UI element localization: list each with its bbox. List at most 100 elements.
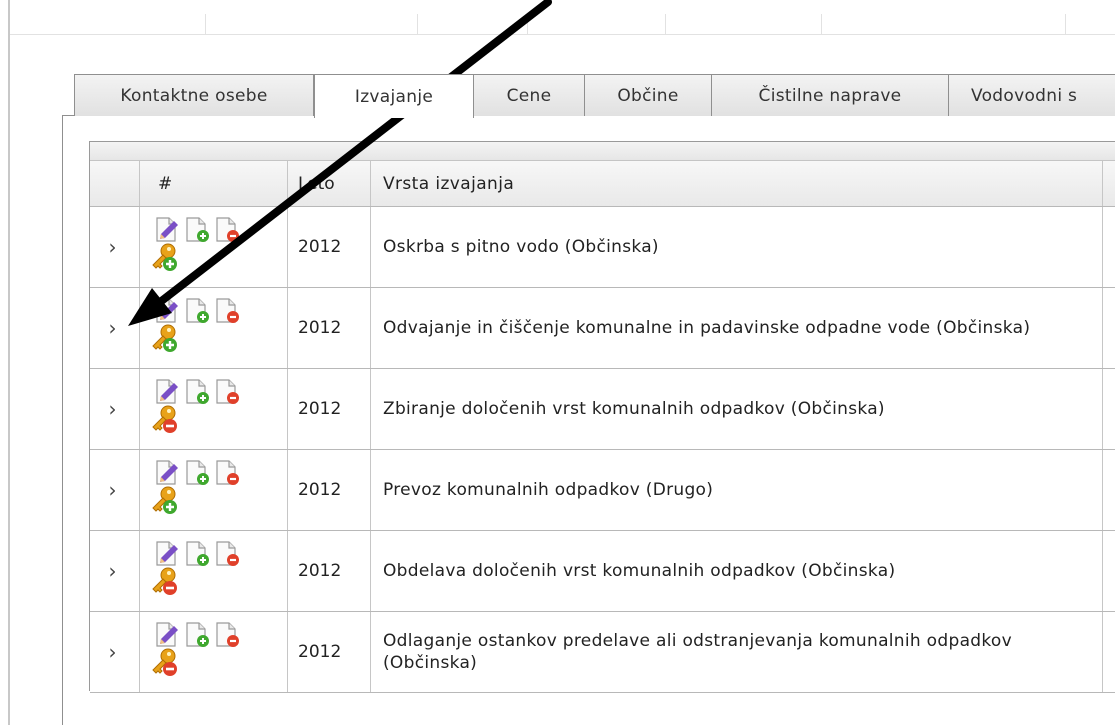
delete-document-icon[interactable] [214,298,240,324]
toolbar-divider [527,14,528,34]
tab-izvajanje[interactable]: Izvajanje [314,74,474,118]
delete-document-icon[interactable] [214,379,240,405]
row-actions [152,298,264,360]
header-label: Vrsta izvajanja [383,173,515,194]
add-document-icon[interactable] [184,460,210,486]
izvajanje-grid: # Leto Vrsta izvajanja › 2012 Oskrba s p… [89,141,1115,693]
row-actions-cell [140,531,288,611]
row-type: Prevoz komunalnih odpadkov (Drugo) [371,450,1103,530]
edit-document-icon[interactable] [154,541,180,567]
chevron-right-icon[interactable]: › [109,397,117,421]
grid-row[interactable]: › 2012 Obdelava določenih vrst komunalni… [90,531,1115,612]
type-value: Odlaganje ostankov predelave ali odstran… [383,631,1012,673]
edit-document-icon[interactable] [154,298,180,324]
row-actions-cell [140,288,288,368]
delete-document-icon[interactable] [214,541,240,567]
tab-obcine[interactable]: Občine [584,74,712,116]
grid-row[interactable]: › 2012 Odvajanje in čiščenje komunalne i… [90,288,1115,369]
row-year: 2012 [288,450,371,530]
row-actions-cell [140,612,288,692]
row-year: 2012 [288,612,371,692]
row-expander-cell[interactable]: › [90,531,140,611]
key-remove-icon[interactable] [148,403,180,435]
grid-row[interactable]: › 2012 Oskrba s pitno vodo (Občinska) [90,207,1115,288]
chevron-right-icon[interactable]: › [109,235,117,259]
tab-label: Izvajanje [354,86,434,107]
year-value: 2012 [298,480,342,500]
row-extra [1103,207,1115,287]
chevron-right-icon[interactable]: › [109,559,117,583]
toolbar-divider [1065,14,1066,34]
row-year: 2012 [288,288,371,368]
row-type: Odvajanje in čiščenje komunalne in padav… [371,288,1103,368]
frame-left-border [8,0,10,725]
row-expander-cell[interactable]: › [90,288,140,368]
delete-document-icon[interactable] [214,622,240,648]
row-actions [152,379,264,441]
edit-document-icon[interactable] [154,460,180,486]
header-hash[interactable]: # [140,161,288,206]
row-extra [1103,531,1115,611]
year-value: 2012 [298,237,342,257]
grid-row[interactable]: › 2012 Zbiranje določenih vrst komunalni… [90,369,1115,450]
grid-row[interactable]: › 2012 Prevoz komunalnih odpadkov (Drugo… [90,450,1115,531]
row-extra [1103,369,1115,449]
chevron-right-icon[interactable]: › [109,478,117,502]
row-actions-cell [140,369,288,449]
row-type: Oskrba s pitno vodo (Občinska) [371,207,1103,287]
row-year: 2012 [288,369,371,449]
tab-label: Občine [617,85,679,106]
header-label: # [158,173,173,194]
row-type: Zbiranje določenih vrst komunalnih odpad… [371,369,1103,449]
row-expander-cell[interactable]: › [90,369,140,449]
key-add-icon[interactable] [148,241,180,273]
row-year: 2012 [288,531,371,611]
key-remove-icon[interactable] [148,565,180,597]
year-value: 2012 [298,318,342,338]
row-extra [1103,612,1115,692]
add-document-icon[interactable] [184,298,210,324]
row-expander-cell[interactable]: › [90,612,140,692]
grid-row[interactable]: › 2012 Odlaganje ostankov predelave ali … [90,612,1115,693]
tab-vodovodni-sistemi[interactable]: Vodovodni s [948,74,1115,116]
delete-document-icon[interactable] [214,460,240,486]
delete-document-icon[interactable] [214,217,240,243]
tab-cene[interactable]: Cene [473,74,585,116]
toolbar-divider [417,14,418,34]
row-expander-cell[interactable]: › [90,207,140,287]
row-actions [152,460,264,522]
tab-kontaktne-osebe[interactable]: Kontaktne osebe [74,74,314,116]
toolbar-divider [821,14,822,34]
year-value: 2012 [298,399,342,419]
tab-label: Cene [506,85,552,106]
header-expander [90,161,140,206]
row-actions [152,541,264,603]
header-leto[interactable]: Leto [288,161,371,206]
grid-toolbar [90,142,1115,161]
key-remove-icon[interactable] [148,646,180,678]
row-actions [152,217,264,279]
add-document-icon[interactable] [184,217,210,243]
grid-header: # Leto Vrsta izvajanja [90,161,1115,207]
row-extra [1103,450,1115,530]
key-add-icon[interactable] [148,484,180,516]
header-vrsta-izvajanja[interactable]: Vrsta izvajanja [371,161,1103,206]
edit-document-icon[interactable] [154,379,180,405]
tab-cistilne-naprave[interactable]: Čistilne naprave [711,74,949,116]
row-actions-cell [140,207,288,287]
year-value: 2012 [298,561,342,581]
key-add-icon[interactable] [148,322,180,354]
edit-document-icon[interactable] [154,217,180,243]
row-expander-cell[interactable]: › [90,450,140,530]
add-document-icon[interactable] [184,379,210,405]
chevron-right-icon[interactable]: › [109,640,117,664]
chevron-right-icon[interactable]: › [109,316,117,340]
header-label: Leto [298,173,335,194]
row-extra [1103,288,1115,368]
type-value: Prevoz komunalnih odpadkov (Drugo) [383,480,714,500]
edit-document-icon[interactable] [154,622,180,648]
year-value: 2012 [298,642,342,662]
add-document-icon[interactable] [184,622,210,648]
add-document-icon[interactable] [184,541,210,567]
type-value: Zbiranje določenih vrst komunalnih odpad… [383,399,885,419]
